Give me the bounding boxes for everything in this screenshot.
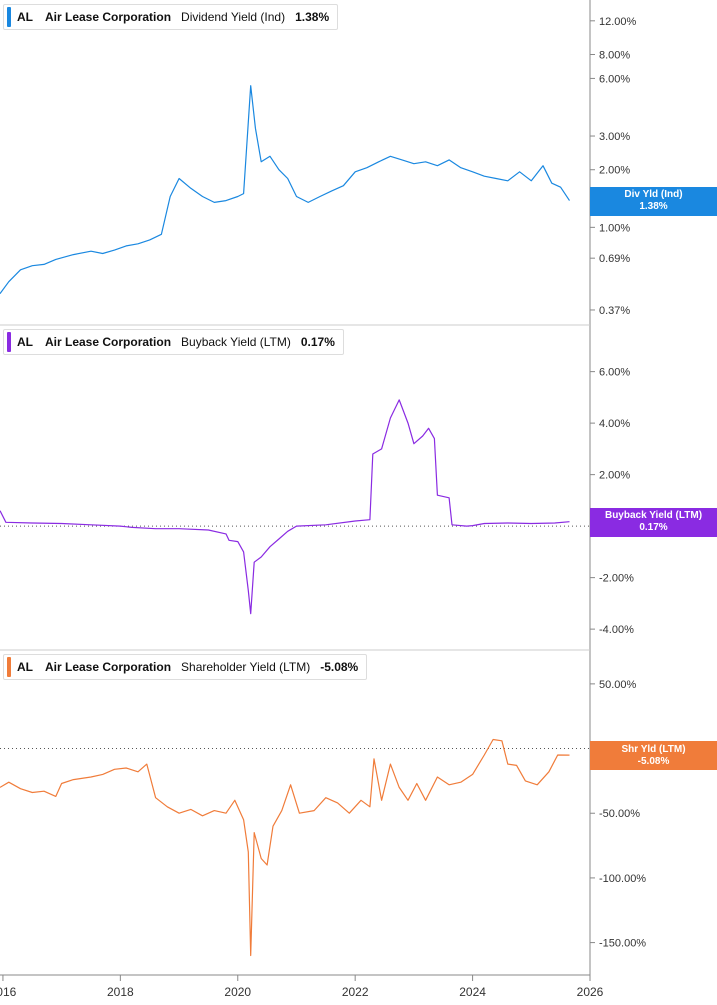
y-tick-label: 0.37%: [599, 305, 630, 317]
legend-company: Air Lease Corporation: [45, 660, 172, 674]
flag-value: 0.17%: [639, 522, 668, 534]
chart-canvas: 12.00% 8.00% 6.00% 3.00% 2.00% 1.00% 0.69% 0.37…: [0, 0, 717, 999]
flag-label: Buyback Yield (LTM): [604, 510, 703, 522]
legend-swatch: [7, 657, 11, 677]
y-tick-label: 2.00%: [599, 470, 630, 482]
legend-ticker: AL: [17, 10, 33, 24]
y-tick-label: 3.00%: [599, 131, 630, 143]
legend-metric: Shareholder Yield (LTM): [181, 660, 311, 674]
legend-swatch: [7, 332, 11, 352]
y-tick-label: -100.00%: [599, 873, 646, 885]
x-tick-label: 2022: [342, 985, 369, 999]
y-tick-label: -2.00%: [599, 573, 634, 585]
legend-dividend-yield: AL Air Lease Corporation Dividend Yield …: [3, 4, 339, 30]
last-value-flag-dividend: Div Yld (Ind) 1.38%: [590, 186, 717, 216]
x-tick-label: 2018: [107, 985, 134, 999]
legend-ticker: AL: [17, 660, 33, 674]
y-tick-label: 50.00%: [599, 679, 637, 691]
legend-metric: Dividend Yield (Ind): [181, 10, 286, 24]
legend-shareholder-yield: AL Air Lease Corporation Shareholder Yie…: [3, 654, 368, 680]
flag-value: 1.38%: [639, 201, 668, 213]
legend-ticker: AL: [17, 335, 33, 349]
legend-metric: Buyback Yield (LTM): [181, 335, 291, 349]
series-line: [0, 399, 570, 615]
flag-label: Shr Yld (LTM): [621, 743, 686, 755]
last-value-flag-shareholder: Shr Yld (LTM) -5.08%: [590, 741, 717, 771]
last-value-flag-buyback: Buyback Yield (LTM) 0.17%: [590, 507, 717, 537]
legend-value: 1.38%: [295, 10, 330, 24]
series-line: [0, 85, 570, 295]
legend-company: Air Lease Corporation: [45, 10, 172, 24]
y-tick-label: 6.00%: [599, 367, 630, 379]
y-tick-label: 6.00%: [599, 73, 630, 85]
y-tick-label: 8.00%: [599, 50, 630, 62]
legend-value: 0.17%: [300, 335, 335, 349]
x-tick-label: 2016: [0, 985, 17, 999]
y-tick-label: -4.00%: [599, 624, 634, 636]
y-tick-label: 4.00%: [599, 418, 630, 430]
y-tick-label: 1.00%: [599, 222, 630, 234]
y-tick-label: 0.69%: [599, 253, 630, 265]
series-line: [0, 738, 570, 957]
legend-value: -5.08%: [320, 660, 359, 674]
x-tick-label: 2020: [224, 985, 251, 999]
x-tick-label: 2026: [577, 985, 604, 999]
legend-swatch: [7, 7, 11, 27]
flag-label: Div Yld (Ind): [624, 189, 683, 201]
y-tick-label: 2.00%: [599, 165, 630, 177]
flag-value: -5.08%: [637, 755, 670, 767]
legend-buyback-yield: AL Air Lease Corporation Buyback Yield (…: [3, 329, 344, 355]
y-tick-label: -150.00%: [599, 938, 646, 950]
y-tick-label: 12.00%: [599, 16, 637, 28]
x-tick-label: 2024: [459, 985, 486, 999]
y-tick-label: -50.00%: [599, 808, 640, 820]
legend-company: Air Lease Corporation: [45, 335, 172, 349]
